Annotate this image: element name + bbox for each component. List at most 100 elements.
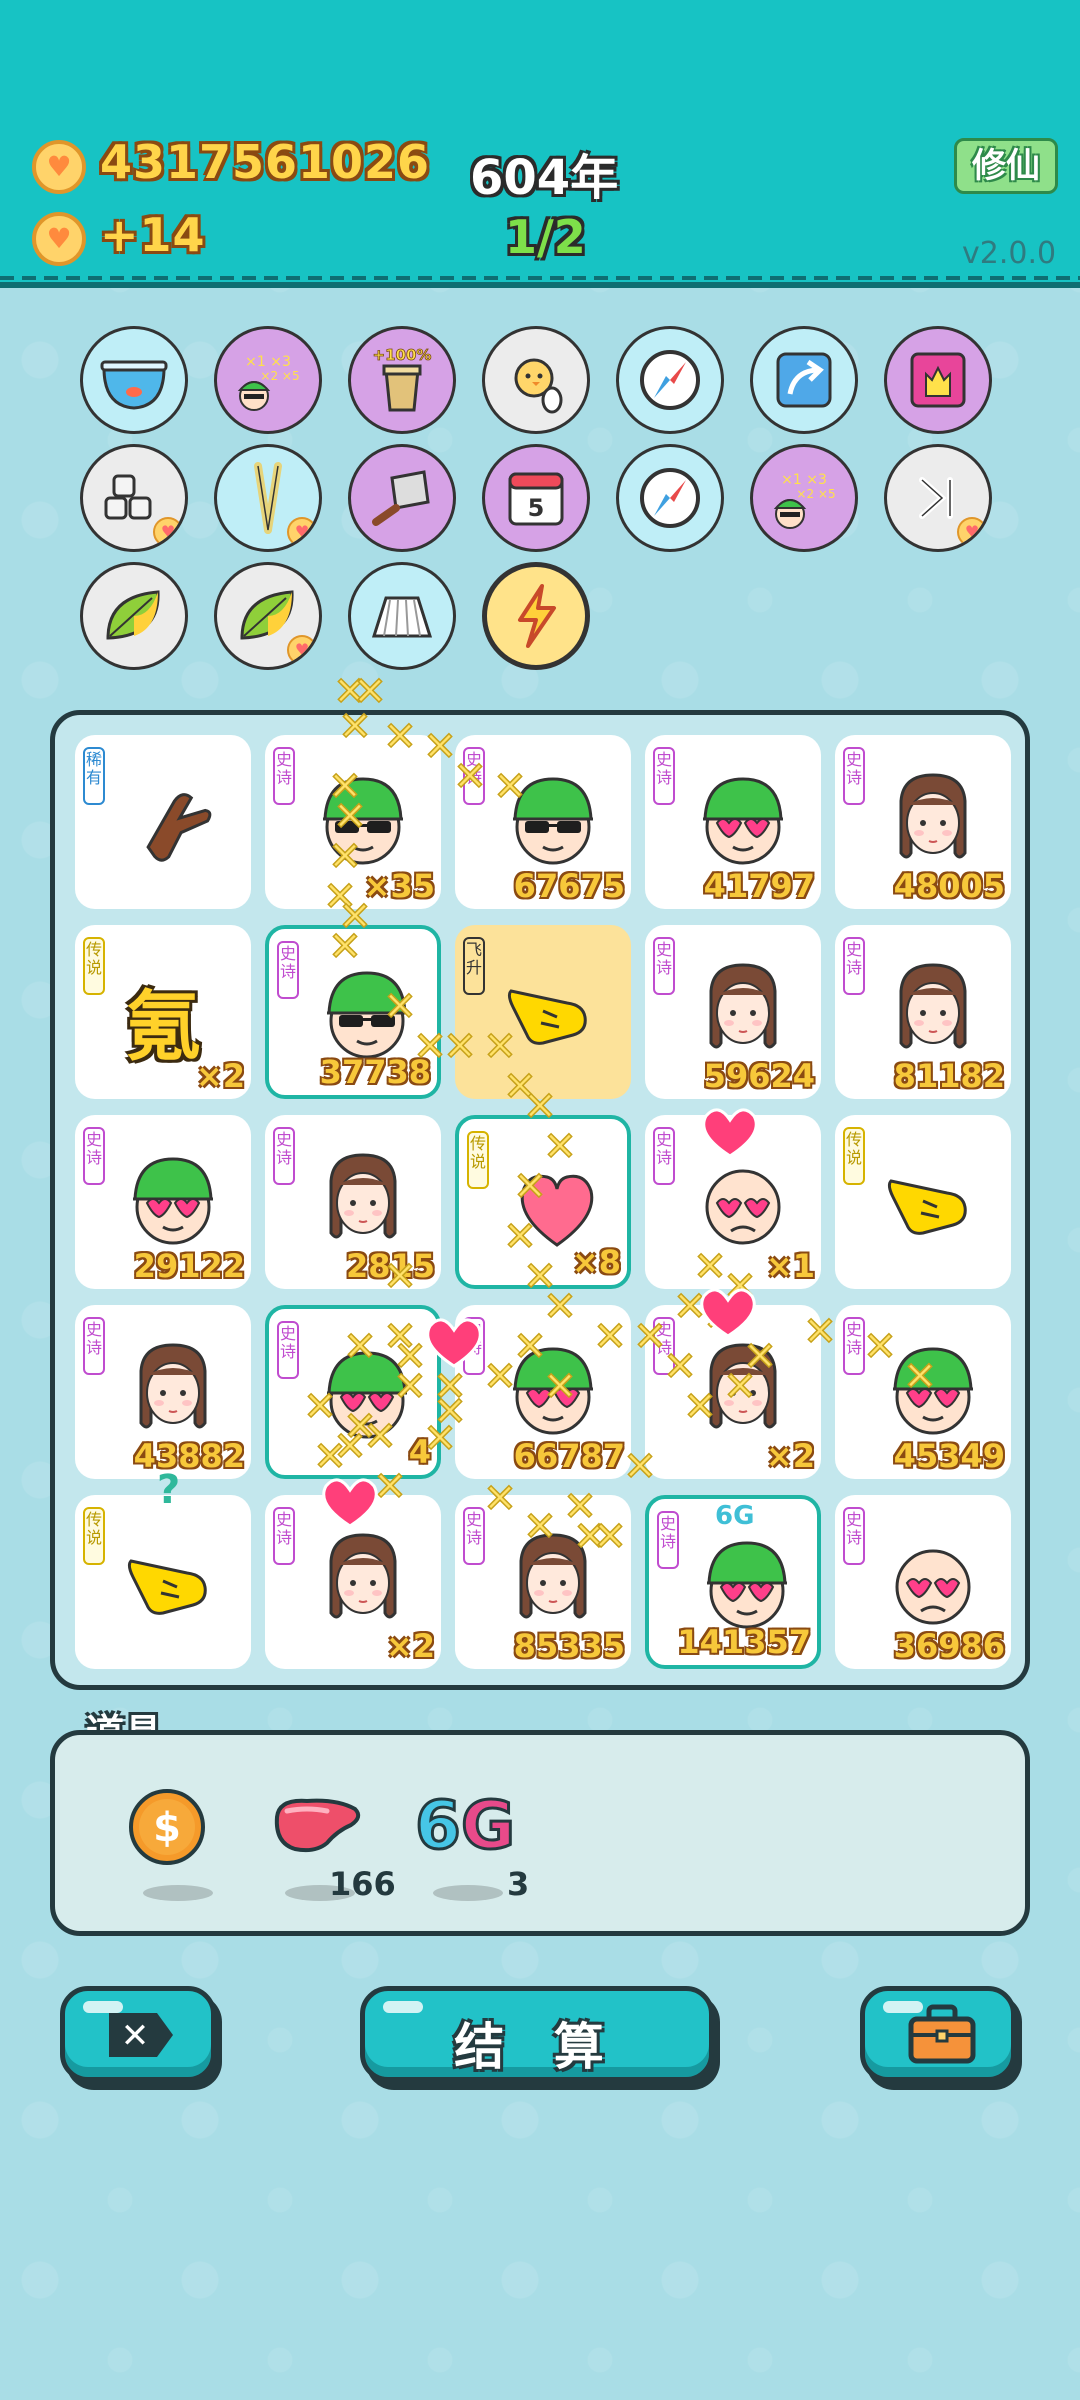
6g-icon: 6G [414,1786,517,1866]
board-cell[interactable]: 史诗 67675 [455,735,631,909]
board-cell[interactable]: 传说 [75,1495,251,1669]
6g-g: G [459,1786,516,1866]
question-mark-icon: ? [157,1467,181,1513]
board-cell[interactable]: 传说氪 ×2 [75,925,251,1099]
cell-value: ×8 [571,1243,621,1281]
svg-text:+100%: +100% [373,346,432,364]
heart-badge-icon: ♥ [153,517,183,547]
year-counter: 604年 [470,150,619,206]
board-cell[interactable]: 史诗 ×1 [645,1115,821,1289]
board-cell[interactable]: 传说 [835,1115,1011,1289]
pink-gift-icon [910,352,966,408]
green-hat-heart-eyes-face-icon [893,1347,973,1435]
cell-value: ×2 [195,1057,245,1095]
cell-value: 41797 [703,867,815,905]
dollar-coin-tool[interactable]: $ [125,1787,235,1907]
board-cell[interactable]: 史诗 29122 [75,1115,251,1289]
sparkle-x: ✕ [353,669,387,715]
board-cell[interactable]: 史诗 4 [265,1305,441,1479]
board-cell[interactable]: 史诗 41797 [645,735,821,909]
cell-value: 141357 [677,1623,811,1661]
board-cell[interactable]: 史诗 45349 [835,1305,1011,1479]
board-cell[interactable]: 史诗 ×2 [645,1305,821,1479]
board-cell[interactable]: 史诗 ×35 [265,735,441,909]
multiplier-face-item[interactable]: ×1 ×3 ×2 ×5 [214,326,322,434]
board-cell[interactable]: 史诗 2815 [265,1115,441,1289]
6g-tool[interactable]: 6G 3 [414,1786,530,1907]
settle-button[interactable]: 结 算 [360,1986,714,2082]
rarity-tag: 史诗 [273,747,295,805]
rarity-tag: 史诗 [463,1317,485,1375]
arrow-card-item[interactable] [750,326,858,434]
board-cell[interactable]: 史诗 6G 141357 [645,1495,821,1669]
lightning-item[interactable] [482,562,590,670]
quit-button[interactable]: ✕ [60,1986,216,2082]
rarity-tag: 史诗 [657,1511,679,1569]
board-cell[interactable]: 史诗 43882 [75,1305,251,1479]
braid-girl-face-icon [709,963,777,1049]
cup-plus-100-item[interactable]: +100% [348,326,456,434]
braid-girl-face-icon [329,1153,397,1239]
svg-text:×1 ×3: ×1 ×3 [245,354,291,370]
board-cell[interactable]: 史诗 36986 [835,1495,1011,1669]
board-cell[interactable]: 史诗 85335 [455,1495,631,1669]
bag-button[interactable] [860,1986,1016,2082]
fish-bowl-item[interactable] [80,326,188,434]
pleated-skirt-icon [371,596,433,638]
chick-egg-item[interactable] [482,326,590,434]
rarity-tag: 史诗 [83,1127,105,1185]
round-progress: 1/2 [505,210,586,264]
calendar-item[interactable]: 5 [482,444,590,552]
leaf-item[interactable]: ♥ [214,562,322,670]
cell-value: 85335 [513,1627,625,1665]
board-cell[interactable]: 飞升 [455,925,631,1099]
skip-item[interactable]: ♥ [884,444,992,552]
chopsticks-item[interactable]: ♥ [214,444,322,552]
cell-value: ×2 [385,1627,435,1665]
braid-girl-face-icon [709,1343,777,1429]
green-hat-heart-eyes-face-icon [133,1157,213,1245]
board-cell[interactable]: 稀有 [75,735,251,909]
compass-item[interactable] [616,326,724,434]
cell-value: 36986 [893,1627,1005,1665]
pink-gift-item[interactable] [884,326,992,434]
liver-tool[interactable]: 166 [267,1787,396,1907]
compass-item[interactable] [616,444,724,552]
pointing-hand-yellow-icon [887,1179,967,1235]
cell-value: 37738 [319,1053,431,1091]
cell-value: 48005 [893,867,1005,905]
board-cell[interactable]: 史诗 81182 [835,925,1011,1099]
svg-text:✕: ✕ [121,2016,150,2056]
sugar-cubes-item[interactable]: ♥ [80,444,188,552]
6g-six: 6 [414,1786,463,1866]
cell-value: 29122 [133,1247,245,1285]
bald-heart-eyes-face-icon [895,1549,971,1625]
svg-text:×1 ×3: ×1 ×3 [781,472,827,488]
svg-text:×2 ×5: ×2 ×5 [260,369,299,383]
coin-total: 4317561026 [100,135,431,189]
board-cell[interactable]: 史诗 37738 [265,925,441,1099]
cell-value: ×1 [765,1247,815,1285]
heart-badge-icon: ♥ [287,517,317,547]
multiplier-face-item[interactable]: ×1 ×3 ×2 ×5 [750,444,858,552]
rarity-tag: 史诗 [653,1127,675,1185]
board-cell[interactable]: 史诗 59624 [645,925,821,1099]
board-cell[interactable]: 史诗 48005 [835,735,1011,909]
xiuxian-button[interactable]: 修仙 [954,138,1058,194]
leaf-item[interactable] [80,562,188,670]
cell-value: 2815 [345,1247,435,1285]
green-hat-heart-eyes-face-icon [703,777,783,865]
board-cell[interactable]: 传说 ×8 [455,1115,631,1289]
braid-girl-face-icon [899,963,967,1049]
cleaver-item[interactable] [348,444,456,552]
board-cell[interactable]: 史诗 ×2 [265,1495,441,1669]
board-cell[interactable]: 史诗 66787 [455,1305,631,1479]
pointing-hand-yellow-icon [507,989,587,1045]
leaf-icon [106,590,160,640]
green-hat-glasses-face-icon [323,777,403,865]
rarity-tag: 史诗 [277,941,299,999]
pleated-skirt-item[interactable] [348,562,456,670]
cell-value: ×35 [363,867,435,905]
braid-girl-face-icon [899,773,967,859]
rarity-tag: 史诗 [273,1507,295,1565]
